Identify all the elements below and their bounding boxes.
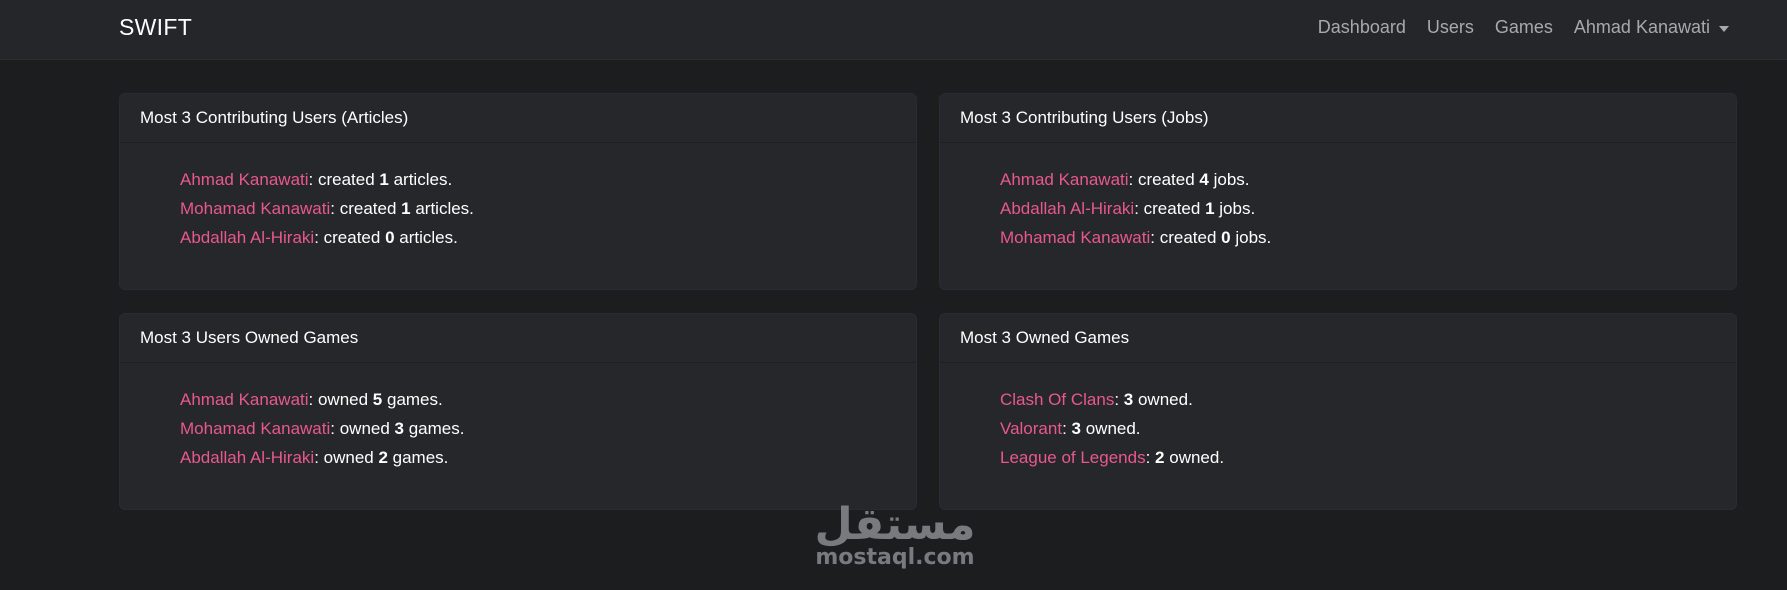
- card-body: Ahmad Kanawati: created 1 articles. Moha…: [120, 143, 916, 252]
- row-count: 0: [1221, 228, 1231, 247]
- game-link[interactable]: Clash Of Clans: [1000, 390, 1114, 409]
- caret-down-icon: [1719, 25, 1729, 32]
- card-title: Most 3 Contributing Users (Jobs): [940, 94, 1736, 143]
- row-text: : owned: [330, 419, 395, 438]
- row-text: : created: [1134, 199, 1206, 218]
- list-item: Mohamad Kanawati: owned 3 games.: [180, 414, 916, 443]
- row-suffix: owned.: [1080, 419, 1141, 438]
- row-suffix: articles.: [410, 199, 474, 218]
- row-count: 5: [372, 390, 383, 409]
- row-suffix: games.: [404, 419, 465, 438]
- row-text: : owned: [308, 390, 373, 409]
- row-count: 3: [1123, 390, 1134, 409]
- row-suffix: jobs.: [1208, 170, 1250, 189]
- user-dropdown-toggle[interactable]: Ahmad Kanawati: [1574, 17, 1729, 38]
- row-count: 3: [394, 419, 404, 438]
- user-link[interactable]: Mohamad Kanawati: [180, 419, 330, 438]
- row-suffix: owned.: [1133, 390, 1193, 409]
- row-text: :: [1145, 448, 1156, 467]
- list-item: Ahmad Kanawati: created 1 articles.: [180, 165, 916, 194]
- row-count: 2: [1155, 448, 1165, 467]
- user-link[interactable]: Abdallah Al-Hiraki: [180, 228, 314, 247]
- list-item: Mohamad Kanawati: created 1 articles.: [180, 194, 916, 223]
- card-top-users-jobs: Most 3 Contributing Users (Jobs) Ahmad K…: [939, 93, 1737, 290]
- row-suffix: articles.: [394, 228, 458, 247]
- row-suffix: jobs.: [1230, 228, 1272, 247]
- card-body: Clash Of Clans: 3 owned. Valorant: 3 own…: [940, 363, 1736, 472]
- row-count: 3: [1071, 419, 1081, 438]
- user-link[interactable]: Mohamad Kanawati: [180, 199, 330, 218]
- row-text: : created: [314, 228, 386, 247]
- card-top-owned-games: Most 3 Owned Games Clash Of Clans: 3 own…: [939, 313, 1737, 510]
- watermark-arabic-text: مستقل: [814, 499, 976, 550]
- list-item: Ahmad Kanawati: created 4 jobs.: [1000, 165, 1736, 194]
- list-item: Abdallah Al-Hiraki: owned 2 games.: [180, 443, 916, 472]
- row-text: : owned: [314, 448, 379, 467]
- nav-users-link[interactable]: Users: [1427, 17, 1474, 38]
- watermark: مستقل mostaql.com: [800, 500, 990, 570]
- row-count: 1: [1205, 199, 1215, 218]
- user-link[interactable]: Mohamad Kanawati: [1000, 228, 1150, 247]
- row-suffix: articles.: [388, 170, 453, 189]
- row-text: : created: [1128, 170, 1200, 189]
- row-text: : created: [1150, 228, 1222, 247]
- watermark-latin-text: mostaql.com: [815, 545, 975, 570]
- card-body: Ahmad Kanawati: created 4 jobs. Abdallah…: [940, 143, 1736, 252]
- list-item: Clash Of Clans: 3 owned.: [1000, 385, 1736, 414]
- user-link[interactable]: Ahmad Kanawati: [180, 170, 309, 189]
- row-count: 1: [401, 199, 411, 218]
- row-count: 2: [378, 448, 388, 467]
- nav-dashboard-link[interactable]: Dashboard: [1318, 17, 1406, 38]
- row-text: : created: [308, 170, 380, 189]
- list-item: Abdallah Al-Hiraki: created 0 articles.: [180, 223, 916, 252]
- row-suffix: games.: [387, 448, 449, 467]
- nav-links: Dashboard Users Games Ahmad Kanawati: [1318, 17, 1729, 38]
- user-link[interactable]: Ahmad Kanawati: [180, 390, 309, 409]
- row-suffix: games.: [382, 390, 443, 409]
- card-title: Most 3 Users Owned Games: [120, 314, 916, 363]
- top-navbar: SWIFT Dashboard Users Games Ahmad Kanawa…: [0, 0, 1787, 60]
- card-title: Most 3 Owned Games: [940, 314, 1736, 363]
- card-body: Ahmad Kanawati: owned 5 games. Mohamad K…: [120, 363, 916, 472]
- row-text: :: [1062, 419, 1072, 438]
- list-item: Valorant: 3 owned.: [1000, 414, 1736, 443]
- card-top-users-games: Most 3 Users Owned Games Ahmad Kanawati:…: [119, 313, 917, 510]
- user-link[interactable]: Ahmad Kanawati: [1000, 170, 1129, 189]
- card-top-users-articles: Most 3 Contributing Users (Articles) Ahm…: [119, 93, 917, 290]
- row-text: :: [1114, 390, 1124, 409]
- list-item: Abdallah Al-Hiraki: created 1 jobs.: [1000, 194, 1736, 223]
- user-link[interactable]: Abdallah Al-Hiraki: [180, 448, 314, 467]
- game-link[interactable]: League of Legends: [1000, 448, 1146, 467]
- list-item: League of Legends: 2 owned.: [1000, 443, 1736, 472]
- game-link[interactable]: Valorant: [1000, 419, 1062, 438]
- card-title: Most 3 Contributing Users (Articles): [120, 94, 916, 143]
- row-count: 1: [379, 170, 389, 189]
- row-count: 4: [1199, 170, 1209, 189]
- list-item: Ahmad Kanawati: owned 5 games.: [180, 385, 916, 414]
- row-text: : created: [330, 199, 402, 218]
- brand-logo[interactable]: SWIFT: [119, 14, 192, 41]
- nav-games-link[interactable]: Games: [1495, 17, 1553, 38]
- row-suffix: owned.: [1164, 448, 1225, 467]
- row-suffix: jobs.: [1214, 199, 1256, 218]
- user-link[interactable]: Abdallah Al-Hiraki: [1000, 199, 1134, 218]
- list-item: Mohamad Kanawati: created 0 jobs.: [1000, 223, 1736, 252]
- user-name: Ahmad Kanawati: [1573, 17, 1710, 37]
- row-count: 0: [385, 228, 395, 247]
